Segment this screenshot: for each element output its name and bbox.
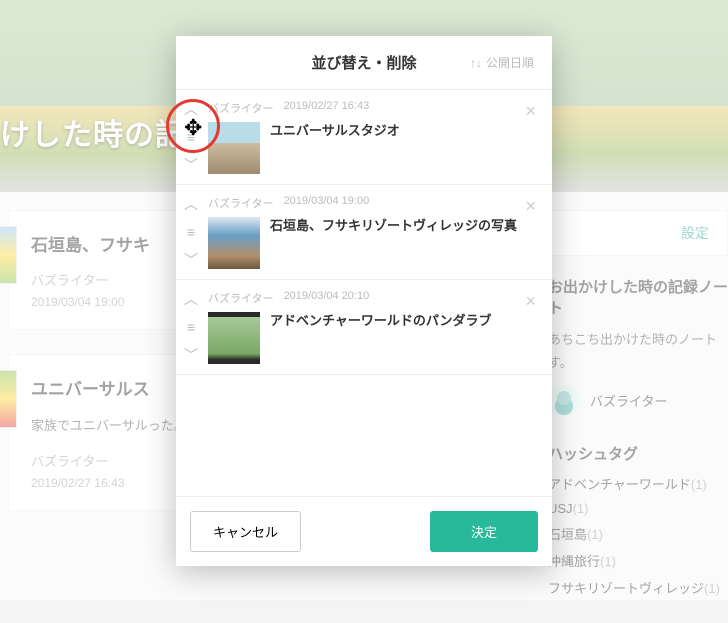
move-down-icon[interactable]: ﹀ bbox=[184, 348, 198, 362]
move-down-icon[interactable]: ﹀ bbox=[184, 158, 198, 172]
move-down-icon[interactable]: ﹀ bbox=[184, 253, 198, 267]
sort-icon: ↑↓ bbox=[470, 56, 482, 70]
cancel-button[interactable]: キャンセル bbox=[190, 511, 301, 552]
confirm-button[interactable]: 決定 bbox=[430, 511, 538, 552]
drag-handle-icon[interactable]: ≡ bbox=[187, 225, 195, 239]
delete-item-button[interactable]: × bbox=[523, 100, 538, 174]
drag-handle-icon[interactable]: ≡ bbox=[187, 130, 195, 144]
sort-label: 公開日順 bbox=[486, 54, 534, 71]
item-title: ユニバーサルスタジオ bbox=[270, 122, 400, 140]
drag-handle-icon[interactable]: ≡ bbox=[187, 320, 195, 334]
item-date: 2019/03/04 19:00 bbox=[284, 195, 370, 211]
modal-header: 並び替え・削除 ↑↓ 公開日順 bbox=[176, 36, 552, 90]
item-thumbnail bbox=[208, 122, 260, 174]
item-date: 2019/02/27 16:43 bbox=[284, 100, 370, 116]
item-author: バズライター bbox=[208, 100, 274, 116]
item-thumbnail bbox=[208, 217, 260, 269]
sort-order-button[interactable]: ↑↓ 公開日順 bbox=[470, 54, 534, 71]
item-title: 石垣島、フサキリゾートヴィレッジの写真 bbox=[270, 217, 517, 235]
item-thumbnail bbox=[208, 312, 260, 364]
sortable-item[interactable]: ︿ ≡ ﹀ バズライター 2019/02/27 16:43 ユニバーサルスタジオ… bbox=[176, 90, 552, 185]
sort-controls: ︿ ≡ ﹀ bbox=[180, 100, 202, 174]
move-up-icon[interactable]: ︿ bbox=[184, 292, 198, 306]
sort-controls: ︿ ≡ ﹀ bbox=[180, 195, 202, 269]
delete-item-button[interactable]: × bbox=[523, 290, 538, 364]
modal-body: ︿ ≡ ﹀ バズライター 2019/02/27 16:43 ユニバーサルスタジオ… bbox=[176, 90, 552, 496]
delete-item-button[interactable]: × bbox=[523, 195, 538, 269]
item-date: 2019/03/04 20:10 bbox=[284, 290, 370, 306]
move-up-icon[interactable]: ︿ bbox=[184, 102, 198, 116]
sortable-item[interactable]: ︿ ≡ ﹀ バズライター 2019/03/04 19:00 石垣島、フサキリゾー… bbox=[176, 185, 552, 280]
sort-delete-modal: 並び替え・削除 ↑↓ 公開日順 ︿ ≡ ﹀ バズライター 2019/02/27 … bbox=[176, 36, 552, 566]
item-title: アドベンチャーワールドのパンダラブ bbox=[270, 312, 492, 330]
sort-controls: ︿ ≡ ﹀ bbox=[180, 290, 202, 364]
item-author: バズライター bbox=[208, 195, 274, 211]
modal-footer: キャンセル 決定 bbox=[176, 496, 552, 566]
item-author: バズライター bbox=[208, 290, 274, 306]
move-up-icon[interactable]: ︿ bbox=[184, 197, 198, 211]
sortable-item[interactable]: ︿ ≡ ﹀ バズライター 2019/03/04 20:10 アドベンチャーワール… bbox=[176, 280, 552, 375]
